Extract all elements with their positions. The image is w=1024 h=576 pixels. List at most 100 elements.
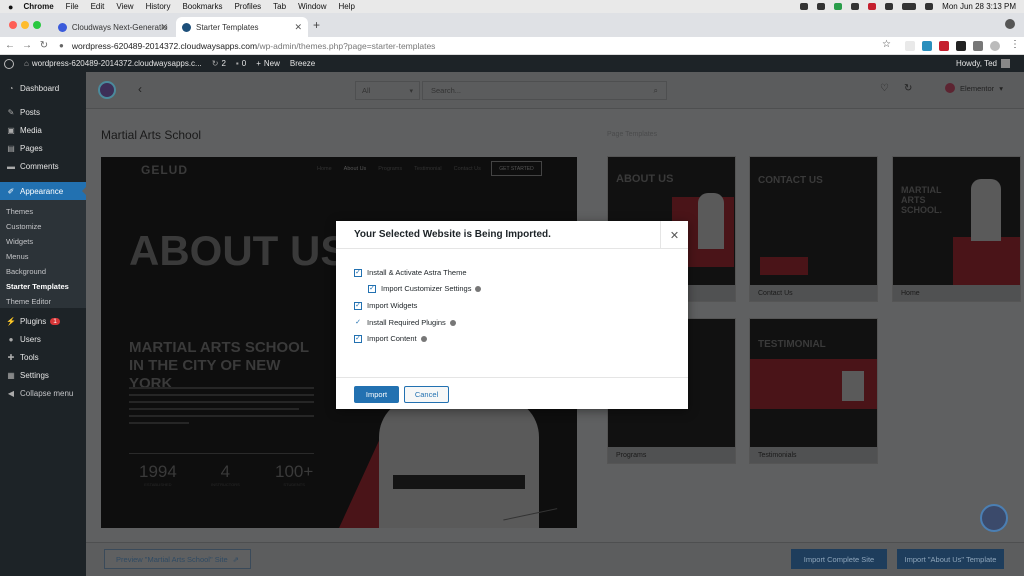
menu-profiles[interactable]: Profiles (234, 2, 261, 11)
template-card-testimonials[interactable]: TESTIMONIAL Testimonials (749, 318, 878, 464)
preview-nav-item: Home (317, 166, 332, 172)
extension-icon[interactable] (922, 41, 932, 51)
tab-search-icon[interactable] (1005, 19, 1015, 29)
menu-bookmarks[interactable]: Bookmarks (182, 2, 222, 11)
menu-view[interactable]: View (116, 2, 133, 11)
new-tab-icon[interactable]: + (313, 18, 320, 32)
page-builder-select[interactable]: Elementor ▾ (945, 83, 1003, 93)
apple-icon[interactable]: ● (8, 2, 13, 12)
sidebar-item-users[interactable]: ● Users (0, 331, 86, 347)
tray-icon[interactable] (851, 3, 860, 10)
template-card-home[interactable]: MARTIAL ARTS SCHOOL. Home (892, 156, 1021, 302)
menu-file[interactable]: File (66, 2, 79, 11)
cancel-button[interactable]: Cancel (404, 386, 449, 403)
template-card-contact-us[interactable]: CONTACT US Contact Us (749, 156, 878, 302)
breeze-link[interactable]: Breeze (290, 59, 315, 68)
preview-site-button[interactable]: Preview "Martial Arts School" Site ⇗ (104, 549, 251, 569)
submenu-menus[interactable]: Menus (6, 252, 29, 261)
filter-value: All (362, 86, 371, 95)
close-tab-icon[interactable]: ✕ (294, 22, 302, 33)
import-complete-site-button[interactable]: Import Complete Site (791, 549, 887, 569)
sidebar-item-settings[interactable]: ▦ Settings (0, 367, 86, 383)
app-menu-chrome[interactable]: Chrome (23, 2, 53, 11)
extension-icon[interactable] (905, 41, 915, 51)
menu-window[interactable]: Window (298, 2, 326, 11)
comments-link[interactable]: ▪ 0 (236, 59, 246, 68)
wifi-icon[interactable] (885, 3, 894, 10)
submenu-customize[interactable]: Customize (6, 222, 41, 231)
close-tab-icon[interactable]: ✕ (160, 22, 168, 33)
help-icon[interactable] (475, 285, 482, 292)
sidebar-item-posts[interactable]: ✎ Posts (0, 104, 86, 120)
profile-avatar[interactable] (990, 41, 1000, 51)
option-install-plugins[interactable]: ✓ Install Required Plugins (354, 318, 456, 327)
tray-icon[interactable] (834, 3, 843, 10)
menu-edit[interactable]: Edit (91, 2, 105, 11)
tray-icon[interactable] (817, 3, 826, 10)
close-icon: ✕ (669, 229, 680, 242)
search-icon[interactable] (925, 3, 934, 10)
back-icon[interactable]: ‹ (138, 82, 142, 96)
import-template-button[interactable]: Import "About Us" Template (897, 549, 1004, 569)
template-card-label: Contact Us (758, 290, 793, 297)
sidebar-item-appearance[interactable]: ✐ Appearance (0, 182, 86, 200)
template-search-input[interactable]: Search... ⌕ (422, 81, 667, 100)
help-chat-icon[interactable] (980, 504, 1008, 532)
modal-footer: Import Cancel (336, 377, 688, 409)
extension-icon[interactable] (939, 41, 949, 51)
option-import-customizer[interactable]: ✓ Import Customizer Settings (368, 284, 482, 293)
tray-icon[interactable] (868, 3, 877, 10)
checkbox-checked[interactable]: ✓ (368, 284, 376, 293)
option-install-astra[interactable]: ✓ Install & Activate Astra Theme (354, 268, 467, 277)
sidebar-item-tools[interactable]: ✚ Tools (0, 349, 86, 365)
option-import-widgets[interactable]: ✓ Import Widgets (354, 301, 417, 310)
menu-history[interactable]: History (146, 2, 171, 11)
checkbox-checked[interactable]: ✓ (354, 334, 362, 343)
site-name-link[interactable]: ⌂ wordpress-620489-2014372.cloudwaysapps.… (24, 59, 202, 68)
sidebar-item-comments[interactable]: ▬ Comments (0, 158, 86, 174)
extensions-puzzle-icon[interactable] (973, 41, 983, 51)
close-window-button[interactable] (9, 21, 17, 29)
battery-icon[interactable] (902, 3, 917, 10)
account-link[interactable]: Howdy, Ted (956, 59, 1010, 68)
sidebar-collapse-menu[interactable]: ◀ Collapse menu (0, 385, 86, 401)
submenu-theme-editor[interactable]: Theme Editor (6, 297, 51, 306)
checkbox-checked[interactable]: ✓ (354, 301, 362, 310)
forward-arrow-icon[interactable]: → (20, 40, 34, 51)
tray-icon[interactable] (800, 3, 809, 10)
updates-link[interactable]: ↻ 2 (212, 59, 226, 68)
address-bar[interactable]: wordpress-620489-2014372.cloudwaysapps.c… (72, 41, 436, 51)
reload-icon[interactable]: ↻ (37, 40, 51, 51)
sidebar-item-pages[interactable]: ▤ Pages (0, 140, 86, 156)
browser-tab-starter-templates[interactable]: Starter Templates ✕ (176, 17, 308, 37)
option-import-content[interactable]: ✓ Import Content (354, 334, 427, 343)
back-arrow-icon[interactable]: ← (3, 40, 17, 51)
submenu-background[interactable]: Background (6, 267, 46, 276)
submenu-widgets[interactable]: Widgets (6, 237, 33, 246)
wordpress-logo-icon[interactable] (4, 58, 14, 69)
browser-tab-cloudways[interactable]: Cloudways Next-Generation Cl ✕ (52, 17, 174, 37)
minimize-window-button[interactable] (21, 21, 29, 29)
sidebar-item-plugins[interactable]: ⚡ Plugins 1 (0, 313, 86, 329)
extension-icon[interactable] (956, 41, 966, 51)
submenu-themes[interactable]: Themes (6, 207, 33, 216)
new-content-link[interactable]: + New (256, 59, 280, 68)
category-filter-select[interactable]: All ▾ (355, 81, 420, 100)
browser-menu-icon[interactable]: ⋮ (1010, 39, 1020, 50)
zoom-window-button[interactable] (33, 21, 41, 29)
modal-close-button[interactable]: ✕ (660, 221, 688, 249)
favorites-heart-icon[interactable]: ♡ (880, 83, 889, 94)
help-icon[interactable] (420, 335, 427, 342)
help-icon[interactable] (449, 319, 456, 326)
import-button[interactable]: Import (354, 386, 399, 403)
sidebar-item-dashboard[interactable]: ◔ Dashboard (0, 80, 86, 96)
checkbox-checked[interactable]: ✓ (354, 268, 362, 277)
sidebar-item-label: Tools (20, 352, 39, 362)
sync-library-icon[interactable]: ↻ (904, 83, 912, 94)
submenu-starter-templates[interactable]: Starter Templates (6, 282, 69, 291)
menu-tab[interactable]: Tab (273, 2, 286, 11)
sidebar-item-media[interactable]: ▣ Media (0, 122, 86, 138)
checkbox-checked[interactable]: ✓ (354, 318, 362, 327)
bookmark-star-icon[interactable]: ☆ (882, 39, 891, 50)
menu-help[interactable]: Help (339, 2, 355, 11)
